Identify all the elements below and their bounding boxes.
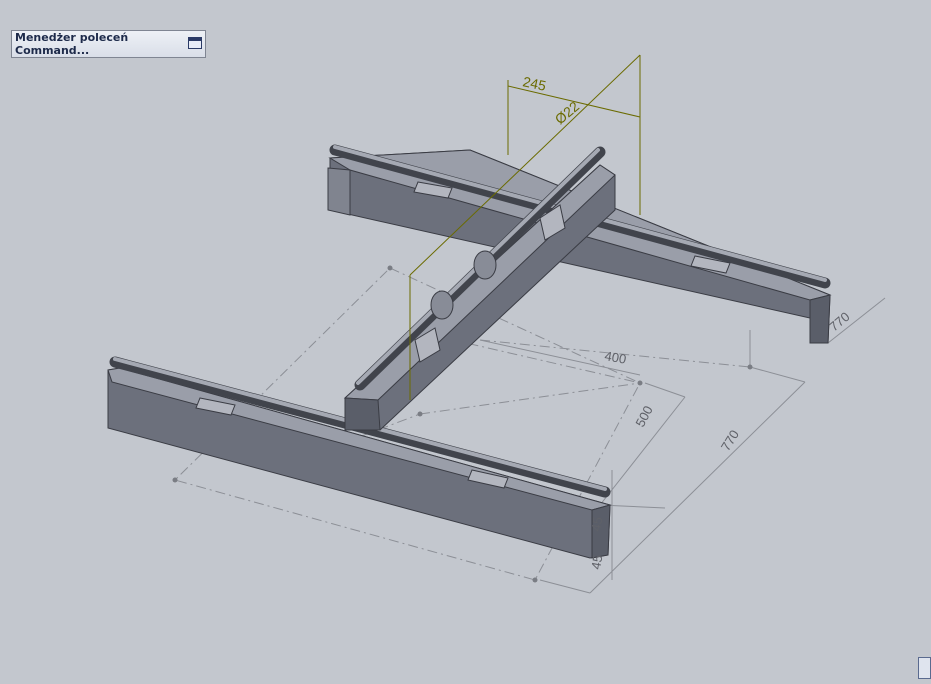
dim-770-bottom-label[interactable]: 770: [718, 427, 742, 453]
command-manager-panel[interactable]: Menedżer poleceń Command...: [11, 30, 206, 58]
dim-770-right-label[interactable]: 770: [826, 309, 852, 334]
command-manager-title: Menedżer poleceń Command...: [15, 31, 129, 57]
dim-small-1-label[interactable]: 45: [588, 516, 605, 533]
restore-window-icon[interactable]: [188, 37, 202, 49]
view-orientation-icon[interactable]: [918, 657, 931, 679]
dim-400-label[interactable]: 400: [603, 348, 627, 367]
dim-500-label[interactable]: 500: [632, 403, 655, 429]
cad-model-drawing: 245 Ø22 770 400 500 770 45 45: [107, 54, 886, 594]
cad-viewport[interactable]: 245 Ø22 770 400 500 770 45 45: [0, 0, 931, 679]
dim-245-label[interactable]: 245: [521, 73, 547, 94]
dim-small-2-label[interactable]: 45: [588, 554, 605, 571]
